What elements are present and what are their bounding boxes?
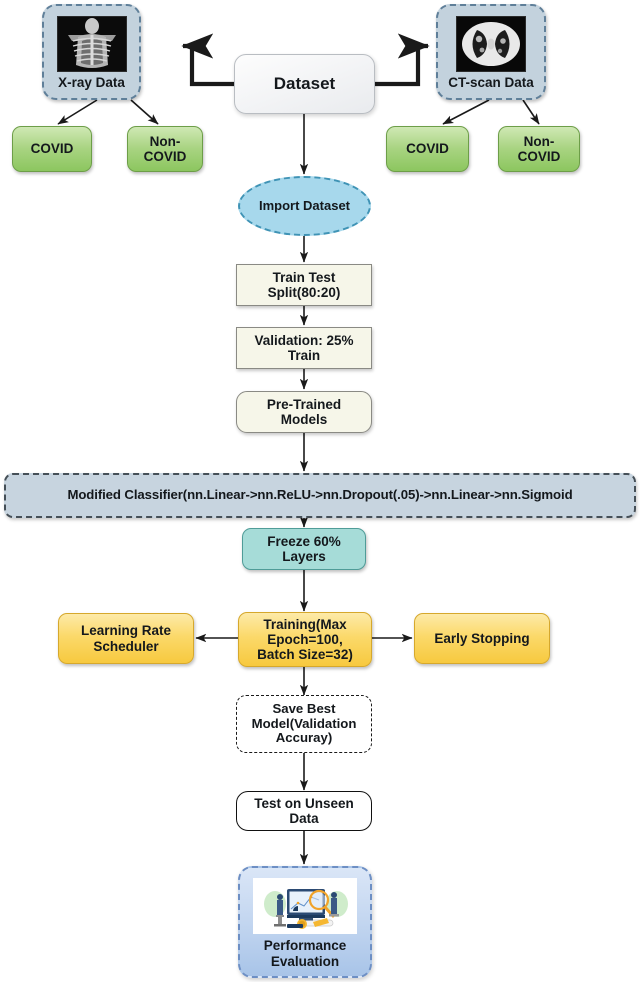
node-ct-scan-data-label: CT-scan Data [448, 74, 534, 90]
node-training-line-2: Epoch=100, [267, 631, 343, 647]
chest-xray-thumbnail-icon [56, 15, 127, 72]
node-freeze-layers-line-1: Freeze 60% [267, 533, 341, 549]
node-validation-split-line-1: Validation: 25% [254, 332, 354, 348]
node-xray-non-covid-line-2: COVID [143, 149, 187, 164]
edge-ct-to-covid [442, 99, 490, 125]
node-pre-trained-models-line-2: Models [280, 412, 328, 427]
edge-xray-to-noncovid [130, 99, 159, 125]
edge-dataset-to-xray [181, 33, 234, 87]
edge-dataset-to-ct [375, 33, 430, 87]
edge-xray-to-covid [57, 99, 98, 125]
node-modified-classifier[interactable]: Modified Classifier(nn.Linear->nn.ReLU->… [4, 473, 636, 518]
node-xray-non-covid-line-1: Non- [149, 133, 181, 149]
node-performance-evaluation[interactable]: Performance Evaluation [238, 866, 372, 978]
node-performance-evaluation-line-2: Evaluation [270, 953, 340, 969]
node-training-line-1: Training(Max [263, 616, 347, 632]
node-save-best-model-line-2: Model(Validation [251, 715, 357, 731]
node-save-best-model[interactable]: Save Best Model(Validation Accuray) [236, 695, 372, 753]
flowchart-canvas: X-ray Data CT-scan Data Dataset COVID No… [0, 0, 640, 982]
node-learning-rate-scheduler[interactable]: Learning Rate Scheduler [58, 613, 194, 664]
node-ct-covid[interactable]: COVID [386, 126, 469, 172]
node-xray-covid-label: COVID [30, 141, 74, 157]
node-ct-non-covid[interactable]: Non- COVID [498, 126, 580, 172]
node-save-best-model-line-1: Save Best [272, 700, 336, 716]
node-xray-data[interactable]: X-ray Data [42, 4, 141, 100]
edge-ct-to-noncovid [522, 99, 540, 125]
node-ct-covid-label: COVID [406, 141, 449, 157]
node-learning-rate-scheduler-line-1: Learning Rate [80, 623, 172, 639]
node-xray-covid[interactable]: COVID [12, 126, 92, 172]
node-train-test-split[interactable]: Train Test Split(80:20) [236, 264, 372, 306]
node-import-dataset-label: Import Dataset [258, 197, 351, 213]
chest-ct-scan-thumbnail-icon [456, 15, 526, 72]
node-test-on-unseen-data-line-1: Test on Unseen [254, 795, 354, 811]
node-xray-data-label: X-ray Data [58, 74, 125, 90]
node-ct-non-covid-line-1: Non- [523, 133, 555, 149]
node-modified-classifier-label: Modified Classifier(nn.Linear->nn.ReLU->… [67, 487, 573, 503]
node-freeze-layers[interactable]: Freeze 60% Layers [242, 528, 366, 570]
node-ct-scan-data[interactable]: CT-scan Data [436, 4, 546, 100]
node-test-on-unseen-data-line-2: Data [289, 811, 319, 826]
node-early-stopping-label: Early Stopping [434, 630, 530, 646]
node-save-best-model-line-3: Accuray) [275, 730, 333, 746]
node-training[interactable]: Training(Max Epoch=100, Batch Size=32) [238, 612, 372, 667]
node-validation-split[interactable]: Validation: 25% Train [236, 327, 372, 369]
node-early-stopping[interactable]: Early Stopping [414, 613, 550, 664]
node-pre-trained-models-line-1: Pre-Trained [266, 396, 342, 412]
node-import-dataset[interactable]: Import Dataset [238, 176, 371, 236]
node-dataset-label: Dataset [273, 74, 336, 94]
data-analytics-illustration-icon [253, 878, 357, 935]
node-learning-rate-scheduler-line-2: Scheduler [93, 638, 159, 654]
node-training-line-3: Batch Size=32) [257, 647, 353, 663]
node-test-on-unseen-data[interactable]: Test on Unseen Data [236, 791, 372, 831]
node-dataset[interactable]: Dataset [234, 54, 375, 114]
node-pre-trained-models[interactable]: Pre-Trained Models [236, 391, 372, 433]
node-validation-split-line-2: Train [287, 348, 321, 363]
node-performance-evaluation-line-1: Performance [263, 938, 347, 954]
node-train-test-split-line-2: Split(80:20) [267, 285, 341, 300]
node-xray-non-covid[interactable]: Non- COVID [127, 126, 203, 172]
node-train-test-split-line-1: Train Test [272, 269, 336, 285]
node-ct-non-covid-line-2: COVID [517, 149, 561, 164]
node-freeze-layers-line-2: Layers [282, 549, 326, 564]
